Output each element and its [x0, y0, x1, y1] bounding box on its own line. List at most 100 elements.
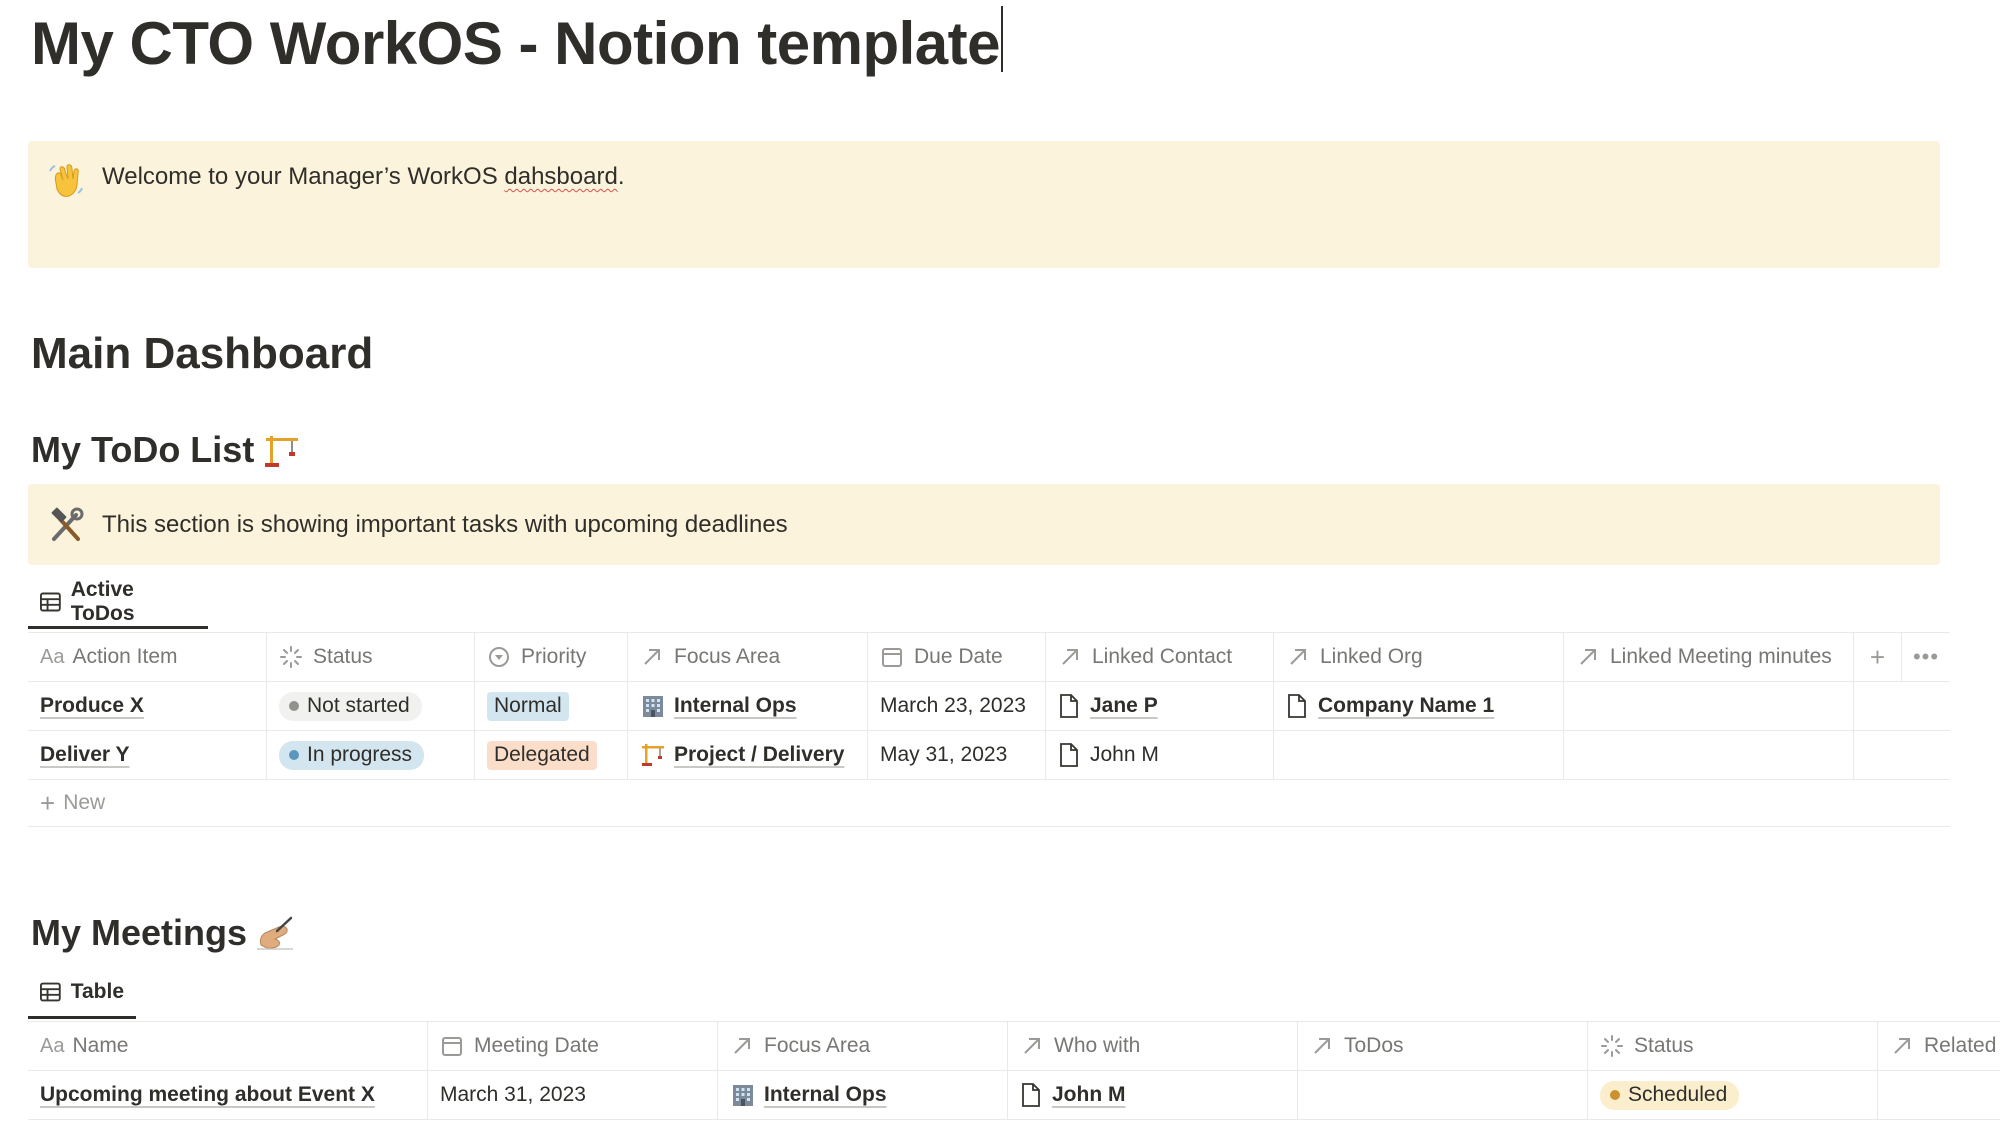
plus-icon: +	[40, 788, 56, 818]
status-badge[interactable]: Not started	[279, 691, 422, 721]
cell-linked-org[interactable]: Company Name 1	[1274, 682, 1564, 730]
focus-area-link[interactable]: Project / Delivery	[674, 743, 844, 767]
cell-action-item[interactable]: Deliver Y	[28, 731, 267, 779]
column-header-status[interactable]: Status	[267, 633, 475, 681]
priority-tag[interactable]: Delegated	[487, 740, 597, 770]
relation-arrow-icon	[1580, 649, 1596, 665]
cell-status[interactable]: Not started	[267, 682, 475, 730]
status-badge[interactable]: Scheduled	[1600, 1080, 1740, 1110]
cell-filler	[1854, 731, 1950, 779]
cell-focus-area[interactable]: Internal Ops	[628, 682, 868, 730]
cell-status[interactable]: Scheduled	[1588, 1071, 1878, 1119]
title-property-icon: Aa	[40, 1034, 65, 1057]
column-header-focus-area[interactable]: Focus Area	[718, 1022, 1008, 1070]
page-icon	[1022, 1083, 1040, 1107]
more-options-icon[interactable]: •••	[1902, 633, 1950, 681]
column-header-priority[interactable]: Priority	[475, 633, 628, 681]
due-date-value: March 23, 2023	[880, 694, 1026, 717]
column-label: Linked Org	[1320, 645, 1423, 668]
construction-crane-icon	[642, 744, 664, 766]
cell-due-date[interactable]: March 23, 2023	[868, 682, 1046, 730]
focus-area-link[interactable]: Internal Ops	[674, 694, 797, 718]
todo-section-heading: My ToDo List	[31, 427, 302, 473]
row-title[interactable]: Produce X	[40, 694, 144, 718]
cell-linked-meeting-minutes[interactable]	[1564, 731, 1854, 779]
status-label: Not started	[307, 693, 410, 717]
page-title-text[interactable]: My CTO WorkOS - Notion template	[31, 10, 1001, 77]
table-row[interactable]: Produce X Not started Normal Internal Op…	[28, 682, 1950, 731]
column-header-who-with[interactable]: Who with	[1008, 1022, 1298, 1070]
page-icon	[1060, 743, 1078, 767]
column-header-linked-org[interactable]: Linked Org	[1274, 633, 1564, 681]
page-title[interactable]: My CTO WorkOS - Notion template	[31, 6, 1004, 81]
column-label: Who with	[1054, 1034, 1141, 1057]
cell-meeting-date[interactable]: March 31, 2023	[428, 1071, 718, 1119]
cell-related[interactable]	[1878, 1071, 2000, 1119]
cell-action-item[interactable]: Produce X	[28, 682, 267, 730]
row-title[interactable]: Deliver Y	[40, 743, 130, 767]
page-icon	[1288, 694, 1306, 718]
status-dot	[289, 749, 299, 760]
who-with-link[interactable]: John M	[1052, 1083, 1126, 1107]
column-header-todos[interactable]: ToDos	[1298, 1022, 1588, 1070]
column-label: Linked Meeting minutes	[1610, 645, 1832, 668]
relation-arrow-icon	[1062, 649, 1078, 665]
cell-todos[interactable]	[1298, 1071, 1588, 1119]
welcome-text: Welcome to your Manager’s WorkOS dahsboa…	[102, 161, 624, 193]
cell-focus-area[interactable]: Internal Ops	[718, 1071, 1008, 1119]
column-label: Status	[313, 645, 373, 668]
status-property-icon	[1601, 1035, 1623, 1057]
cell-status[interactable]: In progress	[267, 731, 475, 779]
text-cursor	[1001, 6, 1004, 72]
select-property-icon	[489, 647, 509, 667]
tab-table[interactable]: Table	[28, 967, 136, 1019]
relation-arrow-icon	[644, 649, 660, 665]
tab-active-todos-label[interactable]: Active ToDos	[71, 578, 196, 626]
calendar-icon	[442, 1037, 462, 1056]
status-badge[interactable]: In progress	[279, 740, 425, 770]
todo-callout-text: This section is showing important tasks …	[102, 510, 788, 538]
main-dashboard-heading: Main Dashboard	[31, 329, 374, 378]
add-new-row-button[interactable]: + New	[28, 780, 1950, 827]
focus-area-link[interactable]: Internal Ops	[764, 1083, 887, 1107]
column-header-linked-contact[interactable]: Linked Contact	[1046, 633, 1274, 681]
cell-name[interactable]: Upcoming meeting about Event X	[28, 1071, 428, 1119]
column-header-linked-meeting-minutes[interactable]: Linked Meeting minutes	[1564, 633, 1854, 681]
column-header-status[interactable]: Status	[1588, 1022, 1878, 1070]
row-title[interactable]: Upcoming meeting about Event X	[40, 1083, 375, 1107]
column-label: Related	[1924, 1034, 1997, 1057]
column-header-related[interactable]: Related	[1878, 1022, 2000, 1070]
due-date-value: May 31, 2023	[880, 743, 1008, 766]
cell-focus-area[interactable]: Project / Delivery	[628, 731, 868, 779]
linked-org-link[interactable]: Company Name 1	[1318, 694, 1494, 718]
new-row-label: New	[63, 791, 106, 814]
column-header-name[interactable]: Aa Name	[28, 1022, 428, 1070]
linked-contact-link[interactable]: John M	[1090, 743, 1159, 767]
todo-info-callout: This section is showing important tasks …	[28, 484, 1940, 565]
column-header-meeting-date[interactable]: Meeting Date	[428, 1022, 718, 1070]
cell-linked-meeting-minutes[interactable]	[1564, 682, 1854, 730]
cell-priority[interactable]: Normal	[475, 682, 628, 730]
column-header-action-item[interactable]: Aa Action Item	[28, 633, 267, 681]
misspelled-word: dahsboard	[504, 163, 618, 190]
tab-active-todos[interactable]: Active ToDos	[28, 577, 208, 629]
relation-arrow-icon	[1314, 1038, 1330, 1054]
status-label: Scheduled	[1628, 1082, 1728, 1106]
cell-due-date[interactable]: May 31, 2023	[868, 731, 1046, 779]
add-property-button[interactable]: +	[1854, 633, 1902, 681]
cell-linked-org[interactable]	[1274, 731, 1564, 779]
column-header-focus-area[interactable]: Focus Area	[628, 633, 868, 681]
welcome-callout: Welcome to your Manager’s WorkOS dahsboa…	[28, 141, 1940, 268]
cell-linked-contact[interactable]: John M	[1046, 731, 1274, 779]
meetings-section-heading: My Meetings	[31, 910, 295, 956]
table-view-icon	[40, 592, 61, 611]
linked-contact-link[interactable]: Jane P	[1090, 694, 1158, 718]
table-row[interactable]: Deliver Y In progress Delegated Project …	[28, 731, 1950, 780]
table-row[interactable]: Upcoming meeting about Event X March 31,…	[28, 1071, 2000, 1120]
cell-who-with[interactable]: John M	[1008, 1071, 1298, 1119]
priority-tag[interactable]: Normal	[487, 691, 569, 721]
cell-linked-contact[interactable]: Jane P	[1046, 682, 1274, 730]
tab-table-label[interactable]: Table	[71, 980, 124, 1004]
column-header-due-date[interactable]: Due Date	[868, 633, 1046, 681]
cell-priority[interactable]: Delegated	[475, 731, 628, 779]
